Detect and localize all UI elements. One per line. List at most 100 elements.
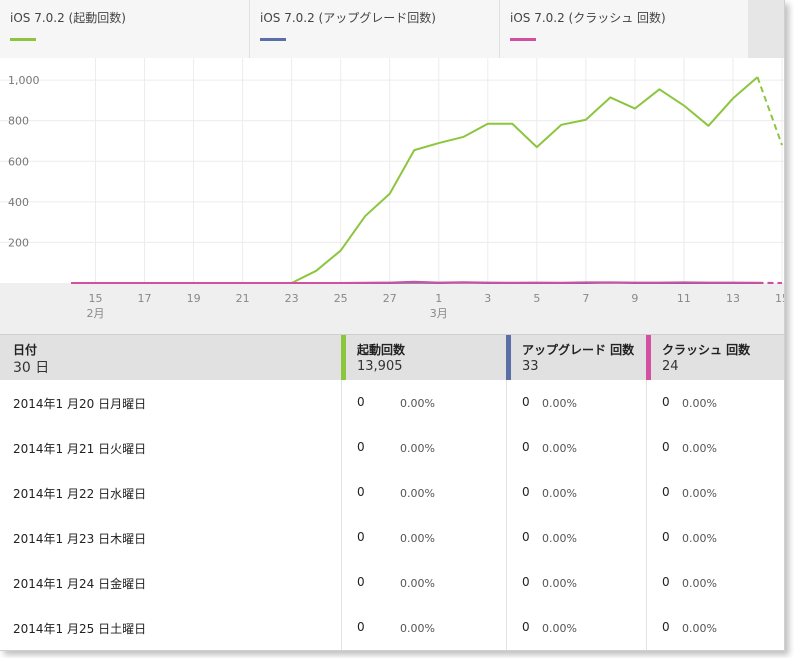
y-tick-label: 800 bbox=[8, 115, 29, 128]
x-tick-label: 5 bbox=[533, 292, 540, 305]
upgrades-value: 0 bbox=[522, 530, 530, 544]
legend-scroll-area[interactable] bbox=[748, 0, 784, 58]
x-tick-label: 7 bbox=[582, 292, 589, 305]
upgrades-value: 0 bbox=[522, 620, 530, 634]
cell-date: 2014年1 月23 日木曜日 bbox=[0, 515, 341, 560]
x-tick-label: 9 bbox=[631, 292, 638, 305]
launches-value: 0 bbox=[357, 395, 365, 409]
header-date[interactable]: 日付 30 日 bbox=[0, 335, 341, 381]
cell-launches: 0 0.00% bbox=[341, 605, 506, 650]
table-row[interactable]: 2014年1 月23 日木曜日 0 0.00% 0 0.00% 0 0.00% bbox=[0, 515, 784, 561]
header-color-bar bbox=[506, 335, 511, 381]
cell-upgrades: 0 0.00% bbox=[506, 425, 646, 470]
upgrades-percent: 0.00% bbox=[542, 577, 577, 590]
cell-upgrades: 0 0.00% bbox=[506, 470, 646, 515]
table-header: 日付 30 日 起動回数 13,905 アップグレード 回数 33 クラッシュ … bbox=[0, 334, 784, 382]
x-tick-label: 11 bbox=[677, 292, 691, 305]
x-tick-label: 25 bbox=[334, 292, 348, 305]
crashes-value: 0 bbox=[662, 530, 670, 544]
column-divider bbox=[646, 380, 647, 650]
legend-item-upgrades[interactable]: iOS 7.0.2 (アップグレード回数) bbox=[250, 0, 499, 58]
upgrades-value: 0 bbox=[522, 485, 530, 499]
cell-crashes: 0 0.00% bbox=[646, 560, 784, 605]
upgrades-percent: 0.00% bbox=[542, 622, 577, 635]
cell-crashes: 0 0.00% bbox=[646, 515, 784, 560]
cell-upgrades: 0 0.00% bbox=[506, 515, 646, 560]
header-color-bar bbox=[646, 335, 651, 381]
x-tick-label: 13 bbox=[726, 292, 740, 305]
crashes-percent: 0.00% bbox=[682, 487, 717, 500]
header-launches-title: 起動回数 bbox=[357, 343, 406, 357]
legend-item-launches[interactable]: iOS 7.0.2 (起動回数) bbox=[0, 0, 249, 58]
cell-crashes: 0 0.00% bbox=[646, 470, 784, 515]
upgrades-percent: 0.00% bbox=[542, 442, 577, 455]
launches-value: 0 bbox=[357, 440, 365, 454]
x-tick-label: 15 bbox=[775, 292, 784, 305]
date-text: 2014年1 月21 日火曜日 bbox=[13, 442, 147, 456]
legend-label: iOS 7.0.2 (クラッシュ 回数) bbox=[510, 11, 666, 25]
launches-value: 0 bbox=[357, 575, 365, 589]
date-text: 2014年1 月25 日土曜日 bbox=[13, 622, 147, 636]
date-text: 2014年1 月23 日木曜日 bbox=[13, 532, 147, 546]
x-tick-label: 27 bbox=[383, 292, 397, 305]
header-launches-total: 13,905 bbox=[357, 359, 403, 374]
x-tick-label: 19 bbox=[187, 292, 201, 305]
header-upgrades-title: アップグレード 回数 bbox=[522, 343, 635, 357]
y-tick-label: 600 bbox=[8, 155, 29, 168]
table-row[interactable]: 2014年1 月24 日金曜日 0 0.00% 0 0.00% 0 0.00% bbox=[0, 560, 784, 606]
launches-percent: 0.00% bbox=[400, 397, 435, 410]
x-tick-label: 1 bbox=[435, 292, 442, 305]
cell-launches: 0 0.00% bbox=[341, 515, 506, 560]
launches-percent: 0.00% bbox=[400, 442, 435, 455]
launches-percent: 0.00% bbox=[400, 577, 435, 590]
launches-percent: 0.00% bbox=[400, 622, 435, 635]
table-row[interactable]: 2014年1 月20 日月曜日 0 0.00% 0 0.00% 0 0.00% bbox=[0, 380, 784, 426]
cell-crashes: 0 0.00% bbox=[646, 425, 784, 470]
upgrades-value: 0 bbox=[522, 395, 530, 409]
header-date-range: 30 日 bbox=[13, 360, 50, 376]
table-row[interactable]: 2014年1 月21 日火曜日 0 0.00% 0 0.00% 0 0.00% bbox=[0, 425, 784, 471]
upgrades-value: 0 bbox=[522, 440, 530, 454]
column-divider bbox=[341, 380, 342, 650]
legend-item-crashes[interactable]: iOS 7.0.2 (クラッシュ 回数) bbox=[500, 0, 748, 58]
header-upgrades[interactable]: アップグレード 回数 33 bbox=[506, 335, 646, 381]
x-month-label: 2月 bbox=[87, 307, 105, 320]
cell-date: 2014年1 月20 日月曜日 bbox=[0, 380, 341, 425]
crashes-value: 0 bbox=[662, 395, 670, 409]
launches-value: 0 bbox=[357, 485, 365, 499]
header-upgrades-total: 33 bbox=[522, 359, 539, 374]
x-axis-band bbox=[0, 283, 784, 334]
header-launches[interactable]: 起動回数 13,905 bbox=[341, 335, 506, 381]
header-crashes-title: クラッシュ 回数 bbox=[662, 343, 751, 357]
table-row[interactable]: 2014年1 月22 日水曜日 0 0.00% 0 0.00% 0 0.00% bbox=[0, 470, 784, 516]
cell-date: 2014年1 月21 日火曜日 bbox=[0, 425, 341, 470]
x-month-label: 3月 bbox=[430, 307, 448, 320]
cell-upgrades: 0 0.00% bbox=[506, 380, 646, 425]
crashes-value: 0 bbox=[662, 485, 670, 499]
crashes-value: 0 bbox=[662, 440, 670, 454]
legend-swatch bbox=[10, 38, 36, 41]
crashes-percent: 0.00% bbox=[682, 397, 717, 410]
cell-date: 2014年1 月25 日土曜日 bbox=[0, 605, 341, 650]
header-color-bar bbox=[341, 335, 346, 381]
x-tick-label: 15 bbox=[89, 292, 103, 305]
crashes-percent: 0.00% bbox=[682, 622, 717, 635]
cell-upgrades: 0 0.00% bbox=[506, 560, 646, 605]
chart-legend: iOS 7.0.2 (起動回数) iOS 7.0.2 (アップグレード回数) i… bbox=[0, 0, 784, 58]
column-divider bbox=[506, 380, 507, 650]
table-row[interactable]: 2014年1 月25 日土曜日 0 0.00% 0 0.00% 0 0.00% bbox=[0, 605, 784, 650]
upgrades-percent: 0.00% bbox=[542, 397, 577, 410]
upgrades-percent: 0.00% bbox=[542, 487, 577, 500]
legend-label: iOS 7.0.2 (起動回数) bbox=[10, 11, 126, 25]
header-crashes[interactable]: クラッシュ 回数 24 bbox=[646, 335, 784, 381]
plot-area bbox=[0, 58, 784, 283]
header-date-title: 日付 bbox=[13, 343, 38, 357]
date-text: 2014年1 月20 日月曜日 bbox=[13, 397, 147, 411]
crashes-percent: 0.00% bbox=[682, 577, 717, 590]
cell-crashes: 0 0.00% bbox=[646, 380, 784, 425]
date-text: 2014年1 月24 日金曜日 bbox=[13, 577, 147, 591]
header-crashes-total: 24 bbox=[662, 359, 679, 374]
x-tick-label: 23 bbox=[285, 292, 299, 305]
cell-launches: 0 0.00% bbox=[341, 470, 506, 515]
launches-value: 0 bbox=[357, 620, 365, 634]
